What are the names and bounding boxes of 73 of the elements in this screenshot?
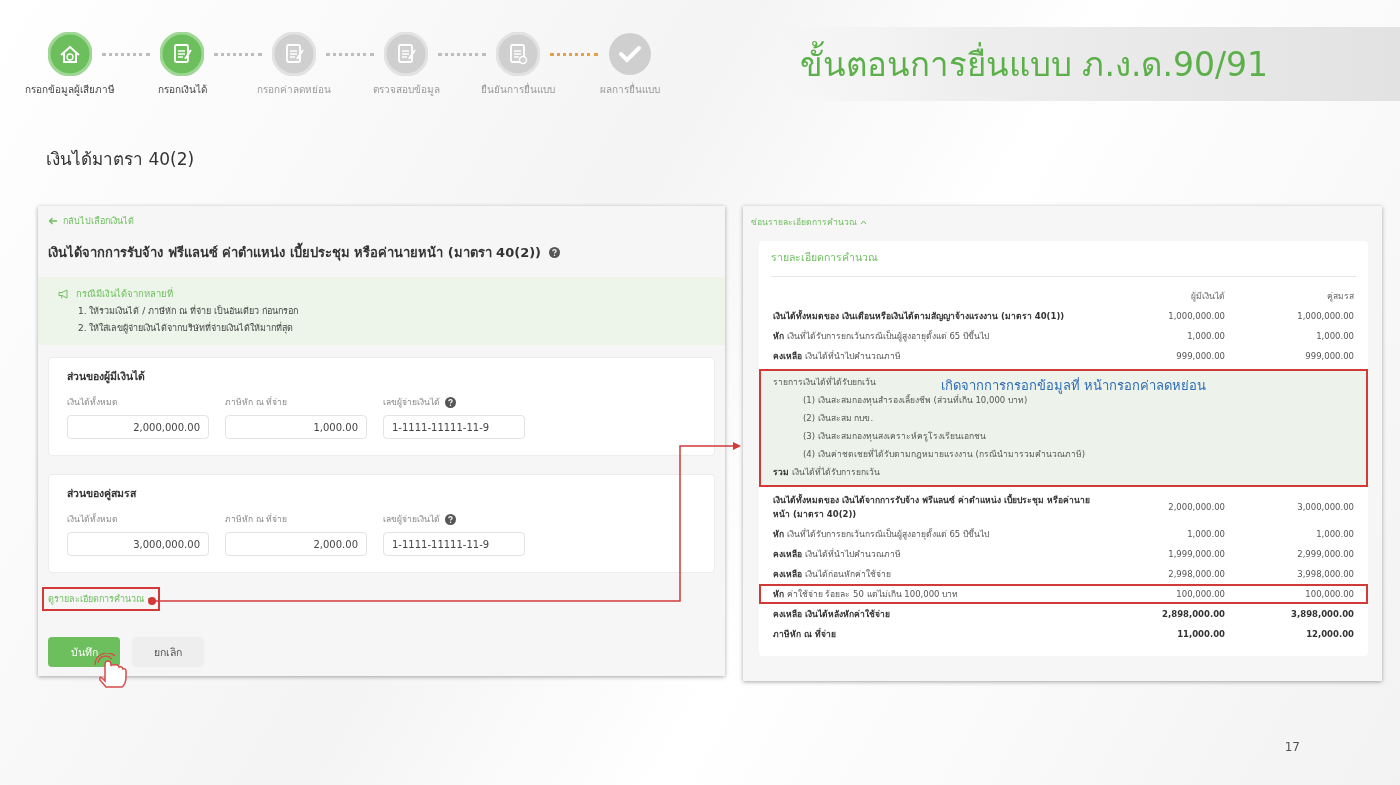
step-label: ผลการยื่นแบบ	[600, 82, 660, 97]
column-header: ผู้มีเงินได้	[1190, 290, 1225, 303]
step-label: กรอกข้อมูลผู้เสียภาษี	[25, 83, 115, 97]
input-field[interactable]: 1-1111-11111-11-9	[383, 415, 525, 439]
help-icon[interactable]	[445, 396, 456, 408]
row-label: คงเหลือ เงินได้ที่นำไปคำนวณภาษี	[773, 547, 902, 561]
amount-cell-text: 2,999,000.00	[1296, 549, 1354, 559]
input-field[interactable]: 3,000,000.00	[67, 532, 209, 556]
step-label: ยืนยันการยื่นแบบ	[481, 82, 555, 97]
field-label: เลขผู้จ่ายเงินได้	[383, 396, 440, 409]
row-label: เงินได้ทั้งหมดของ เงินได้จากการรับจ้าง ฟรีแลนซ์ ค่าตำแหน่ง เบี้ยประชุม หรือค่านายหน้า (มาตรา 40(2))	[773, 493, 1091, 521]
slide-title: ขั้นตอนการยื่นแบบ ภ.ง.ด.90/91	[800, 37, 1269, 91]
exempt-item: (4) เงินค่าชดเชยที่ได้รับตามกฎหมายแรงงาน (กรณีนำมารวมคำนวณภาษี)	[802, 447, 1087, 461]
info-title: กรณีมีเงินได้จากหลายที่	[76, 286, 173, 301]
row-label: คงเหลือ เงินได้หลังหักค่าใช้จ่าย	[773, 608, 891, 621]
amount-cell-text: 2,000,000.00	[1167, 502, 1225, 512]
card-title: รายละเอียดการคำนวณ	[771, 249, 1356, 277]
card-title: ส่วนของคู่สมรส	[67, 486, 138, 502]
input-field[interactable]: 1,000.00	[225, 415, 367, 439]
annotation-note: เกิดจากการกรอกข้อมูลที่ หน้ากรอกค่าลดหย่อน	[941, 376, 1207, 395]
help-icon[interactable]	[549, 247, 561, 258]
section-title: เงินได้มาตรา 40(2)	[46, 148, 196, 171]
step-label: กรอกค่าลดหย่อน	[257, 83, 331, 97]
input-field[interactable]: 1-1111-11111-11-9	[383, 532, 525, 556]
amount-cell-text: 1,000,000.00	[1167, 311, 1225, 321]
amount-cell-text: 1,000,000.00	[1296, 311, 1354, 321]
amount-cell-text: 1,999,000.00	[1167, 549, 1225, 559]
row-label: หัก เงินที่ได้รับการยกเว้นกรณีเป็นผู้สูงอายุตั้งแต่ 65 ปีขึ้นไป	[773, 527, 990, 541]
amount-cell-text: 1,000.00	[1186, 529, 1225, 539]
amount-cell-text: 2,898,000.00	[1161, 609, 1225, 619]
exempt-item: (3) เงินสะสมกองทุนสงเคราะห์ครูโรงเรียนเอกชน	[802, 430, 987, 443]
amount-cell-text: 999,000.00	[1175, 351, 1225, 361]
chevron-up-icon	[860, 219, 867, 225]
row-label: หัก เงินที่ได้รับการยกเว้นกรณีเป็นผู้สูงอายุตั้งแต่ 65 ปีขึ้นไป	[773, 329, 990, 343]
exempt-item: (2) เงินสะสม กบข.	[802, 412, 875, 425]
amount-cell-text: 12,000.00	[1305, 629, 1354, 639]
row-label: หัก ค่าใช้จ่าย ร้อยละ 50 แต่ไม่เกิน 100,000 บาท	[773, 588, 960, 601]
exempt-total: รวม เงินได้ที่ได้รับการยกเว้น	[773, 465, 881, 479]
row-label: เงินได้ทั้งหมดของ เงินเดือนหรือเงินได้ตามสัญญาจ้างแรงงาน (มาตรา 40(1))	[773, 309, 1066, 323]
input-field[interactable]: 2,000.00	[225, 532, 367, 556]
megaphone-icon	[58, 288, 70, 299]
amount-cell-text: 100,000.00	[1175, 589, 1225, 599]
exempt-item: (1) เงินสะสมกองทุนสำรองเลี้ยงชีพ (ส่วนที่เกิน 10,000 บาท)	[802, 394, 1028, 407]
page-number: 17	[1284, 740, 1300, 754]
field-label: เงินได้ทั้งหมด	[67, 395, 118, 409]
input-field[interactable]: 2,000,000.00	[67, 415, 209, 439]
field-label: ภาษีหัก ณ ที่จ่าย	[225, 512, 288, 526]
info-line: 2. ให้ใส่เลขผู้จ่ายเงินได้จากบริษัทที่จ่ายเงินได้ให้มากที่สุด	[77, 321, 295, 335]
amount-cell-text: 3,898,000.00	[1290, 609, 1354, 619]
help-icon[interactable]	[445, 513, 456, 525]
amount-cell-text: 2,998,000.00	[1167, 569, 1225, 579]
info-line: 1. ให้รวมเงินได้ / ภาษีหัก ณ ที่จ่าย เป็นอันเดียว ก่อนกรอก	[77, 304, 299, 318]
row-label: คงเหลือ เงินได้ก่อนหักค่าใช้จ่าย	[773, 568, 892, 581]
cancel-button[interactable]: ยกเลิก	[132, 637, 204, 667]
card-title: ส่วนของผู้มีเงินได้	[67, 369, 146, 385]
amount-cell-text: 3,998,000.00	[1296, 569, 1354, 579]
amount-cell-text: 999,000.00	[1304, 351, 1354, 361]
amount-cell-text: 1,000.00	[1186, 331, 1225, 341]
amount-cell-text: 1,000.00	[1315, 529, 1354, 539]
row-label: คงเหลือ เงินได้ที่นำไปคำนวณภาษี	[773, 349, 902, 363]
amount-cell-text: 100,000.00	[1304, 589, 1354, 599]
field-label: เลขผู้จ่ายเงินได้	[383, 513, 440, 526]
column-header: คู่สมรส	[1326, 290, 1354, 303]
amount-cell-text: 11,000.00	[1176, 629, 1225, 639]
field-label: เงินได้ทั้งหมด	[67, 512, 118, 526]
row-label: ภาษีหัก ณ ที่จ่าย	[773, 627, 837, 641]
form-heading: เงินได้จากการรับจ้าง ฟรีแลนซ์ ค่าตำแหน่ง เบี้ยประชุม หรือค่านายหน้า (มาตรา 40(2))	[48, 242, 542, 263]
step-label: กรอกเงินได้	[157, 83, 207, 97]
step-label: ตรวจสอบข้อมูล	[372, 83, 440, 97]
field-label: ภาษีหัก ณ ที่จ่าย	[225, 395, 288, 409]
amount-cell-text: 1,000.00	[1315, 331, 1354, 341]
amount-cell-text: 3,000,000.00	[1296, 502, 1354, 512]
exempt-heading: รายการเงินได้ที่ได้รับยกเว้น	[773, 375, 876, 389]
